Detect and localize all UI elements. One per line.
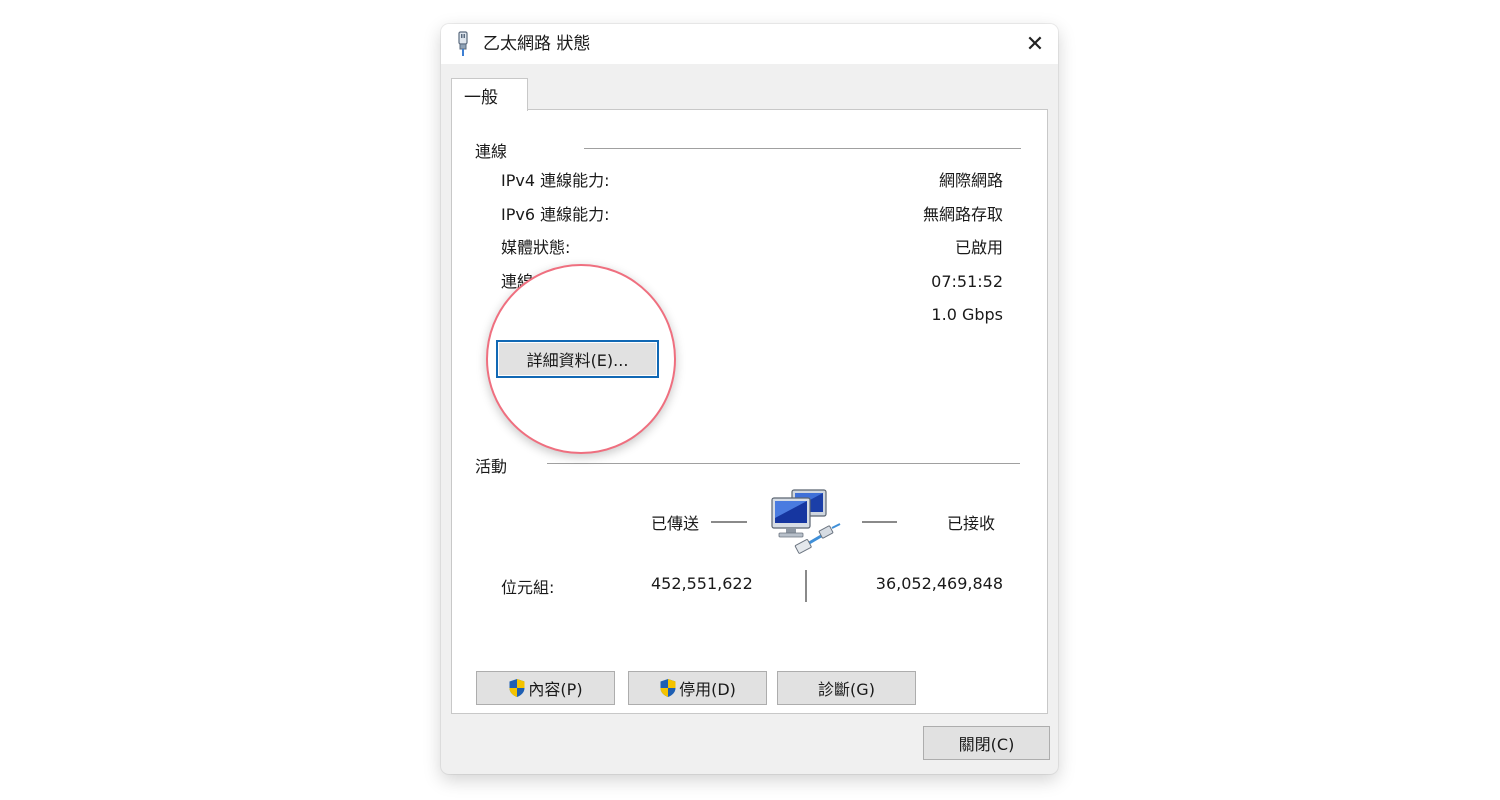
bytes-sent-value: 452,551,622 [651,574,753,593]
activity-section-title: 活動 [475,457,508,476]
speed-value: 1.0 Gbps [931,305,1003,324]
ipv4-label: IPv4 連線能力: [501,171,610,190]
ethernet-status-dialog: 乙太網路 狀態 ✕ 一般 連線 IPv4 連線能力: 網際網路 IPv6 連線能… [441,24,1058,774]
disable-button-label: 停用(D) [679,680,736,699]
bytes-label: 位元組: [501,578,555,597]
received-connector-line [862,521,897,523]
diagnose-button[interactable]: 診斷(G) [777,671,916,705]
uac-shield-icon [509,679,525,697]
network-computers-icon [771,489,841,554]
highlight-magnifier: 詳細資料(E)... [486,264,676,454]
activity-section-divider [547,463,1020,464]
window-title: 乙太網路 狀態 [483,34,591,54]
close-dialog-button[interactable]: 關閉(C) [923,726,1050,760]
connection-section-title: 連線 [475,142,508,161]
connection-section-divider [584,148,1021,149]
close-icon: ✕ [1025,31,1045,57]
disable-button[interactable]: 停用(D) [628,671,767,705]
tab-general-label: 一般 [464,88,498,108]
close-dialog-button-label: 關閉(C) [958,735,1015,754]
close-window-button[interactable]: ✕ [1012,24,1058,64]
duration-value: 07:51:52 [931,272,1003,291]
sent-connector-line [711,521,747,523]
properties-button[interactable]: 內容(P) [476,671,615,705]
media-state-value: 已啟用 [954,238,1003,257]
received-label: 已接收 [947,514,996,533]
media-state-label: 媒體狀態: [501,238,571,257]
details-button-label: 詳細資料(E)... [526,351,629,370]
ipv6-label: IPv6 連線能力: [501,205,610,224]
bytes-received-value: 36,052,469,848 [875,574,1003,593]
bytes-divider [805,570,807,602]
ipv6-value: 無網路存取 [922,205,1003,224]
tab-general[interactable]: 一般 [451,78,528,111]
network-adapter-icon [458,31,468,56]
properties-button-label: 內容(P) [528,680,583,699]
ipv4-value: 網際網路 [938,171,1003,190]
sent-label: 已傳送 [651,514,700,533]
details-button[interactable]: 詳細資料(E)... [496,340,659,378]
uac-shield-icon [660,679,676,697]
title-bar: 乙太網路 狀態 ✕ [441,24,1058,64]
diagnose-button-label: 診斷(G) [818,680,875,699]
